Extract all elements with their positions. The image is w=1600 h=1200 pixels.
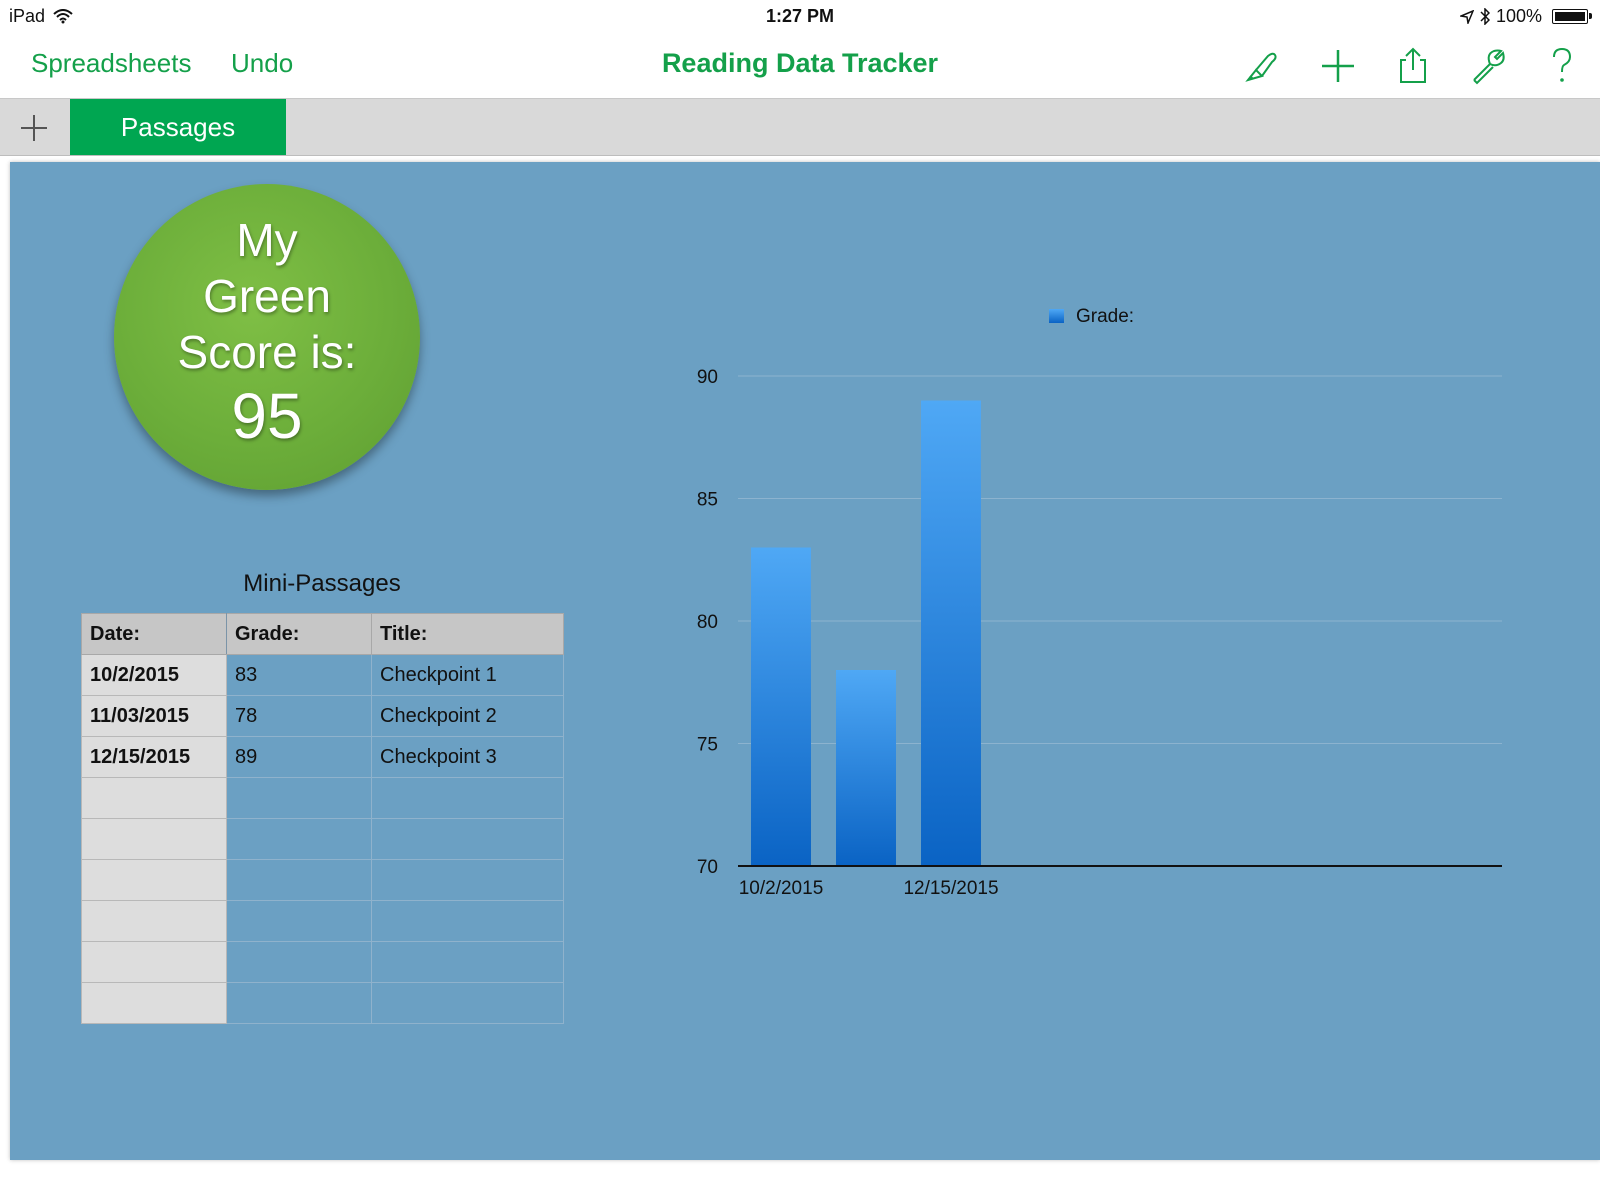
header-title[interactable]: Title: [371,613,564,655]
y-tick-label: 70 [697,857,718,878]
score-value: 95 [231,380,303,452]
cell-grade[interactable]: 78 [226,695,372,737]
table-row: 10/2/2015 83 Checkpoint 1 [81,654,564,696]
cell-date[interactable] [81,818,227,860]
cell-title[interactable]: Checkpoint 1 [371,654,564,696]
y-tick-label: 75 [697,735,718,756]
table-row: 12/15/2015 89 Checkpoint 3 [81,736,564,778]
score-label: My Green Score is: [114,212,420,380]
help-icon[interactable] [1542,46,1582,86]
bluetooth-icon [1480,8,1490,25]
cell-date[interactable] [81,982,227,1024]
cell-title[interactable] [371,859,564,901]
share-icon[interactable] [1393,46,1433,86]
header-date[interactable]: Date: [81,613,227,655]
y-tick-label: 80 [697,612,718,633]
cell-date[interactable] [81,941,227,983]
toolbar: Spreadsheets Undo Reading Data Tracker [0,34,1600,99]
cell-grade[interactable] [226,900,372,942]
y-tick-label: 90 [697,367,718,388]
battery-percent: 100% [1495,6,1542,26]
cell-date[interactable] [81,900,227,942]
cell-title[interactable] [371,982,564,1024]
table-header-row: Date: Grade: Title: [81,613,564,655]
document-title: Reading Data Tracker [661,48,939,78]
tab-passages[interactable]: Passages [70,99,286,155]
clock: 1:27 PM [765,6,835,26]
x-tick-label: 12/15/2015 [903,878,998,899]
cell-title[interactable] [371,941,564,983]
cell-grade[interactable] [226,777,372,819]
cell-grade[interactable]: 89 [226,736,372,778]
cell-title[interactable] [371,900,564,942]
table-row [81,941,564,983]
legend-label: Grade: [1076,306,1134,327]
table-row [81,982,564,1024]
bar[interactable] [921,400,981,867]
cell-grade[interactable] [226,818,372,860]
bar[interactable] [751,547,811,867]
cell-grade[interactable] [226,941,372,983]
cell-title[interactable]: Checkpoint 3 [371,736,564,778]
plus-icon[interactable] [1318,46,1358,86]
cell-date[interactable]: 11/03/2015 [81,695,227,737]
mini-passages-table[interactable]: Date: Grade: Title: 10/2/2015 83 Checkpo… [81,613,564,1024]
grade-bar-chart[interactable]: 70 75 80 85 90 10/2/2015 12/15/2015 Grade: [690,282,1550,922]
score-label-line2: Green [203,270,331,322]
table-row [81,818,564,860]
cell-date[interactable]: 10/2/2015 [81,654,227,696]
table-row [81,777,564,819]
cell-grade[interactable] [226,859,372,901]
battery-icon [1552,9,1592,24]
green-score-badge[interactable]: My Green Score is: 95 [114,184,420,490]
paintbrush-icon[interactable] [1240,46,1280,86]
legend-swatch [1049,309,1064,323]
cell-title[interactable] [371,818,564,860]
cell-grade[interactable]: 83 [226,654,372,696]
table-row [81,900,564,942]
cell-title[interactable] [371,777,564,819]
score-label-line3: Score is: [177,326,357,378]
sheet-tab-bar: Passages [0,99,1600,156]
score-label-line1: My [236,214,298,266]
table-title: Mini-Passages [243,570,401,597]
y-tick-label: 85 [697,490,718,511]
table-row: 11/03/2015 78 Checkpoint 2 [81,695,564,737]
cell-grade[interactable] [226,982,372,1024]
wrench-icon[interactable] [1468,46,1508,86]
sheet-canvas: My Green Score is: 95 Mini-Passages Date… [10,162,1600,1160]
header-grade[interactable]: Grade: [226,613,372,655]
status-bar: iPad 1:27 PM 100% [0,0,1600,34]
cell-date[interactable]: 12/15/2015 [81,736,227,778]
x-tick-label: 10/2/2015 [739,878,824,899]
location-icon [1459,9,1474,24]
cell-date[interactable] [81,777,227,819]
table-row [81,859,564,901]
bar[interactable] [836,670,896,866]
add-sheet-icon[interactable] [14,109,54,145]
status-right: 100% [1459,6,1592,27]
cell-title[interactable]: Checkpoint 2 [371,695,564,737]
cell-date[interactable] [81,859,227,901]
